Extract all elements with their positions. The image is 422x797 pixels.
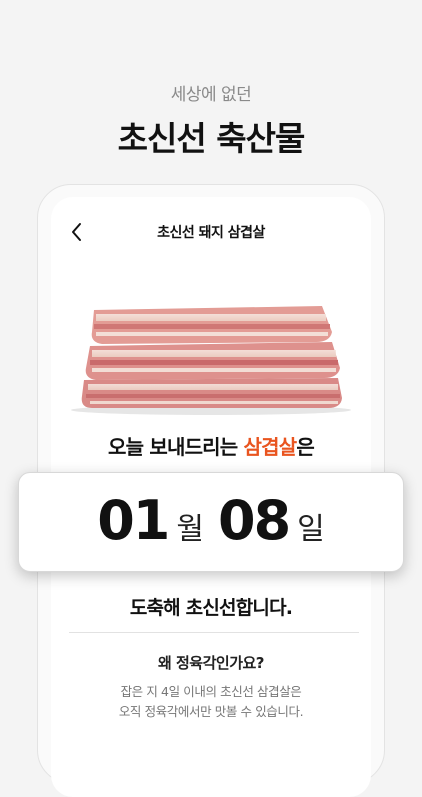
arrival-text: 도축해 초신선합니다. (129, 597, 293, 619)
nav-title: 초신선 돼지 삼겹살 (157, 225, 265, 241)
pork-belly-image (71, 306, 351, 415)
why-title: 왜 정육각인가요? (157, 654, 265, 672)
headline-suffix: 은 (296, 435, 314, 459)
delivery-date-card: 01 월 08 일 (18, 472, 404, 572)
day-unit: 일 (297, 512, 325, 547)
delivery-day: 08 (218, 489, 291, 552)
delivery-month: 01 (97, 489, 170, 552)
promo-title: 초신선 축산물 (117, 119, 306, 158)
why-description: 잡은 지 4일 이내의 초신선 삼겹살은 오직 정육각에서만 맛볼 수 있습니다… (0, 682, 422, 722)
headline-accent: 삼겹살 (243, 435, 298, 459)
headline-prefix: 오늘 보내드리는 (108, 435, 244, 459)
promo-subtitle: 세상에 없던 (170, 85, 252, 105)
delivery-headline: 오늘 보내드리는 삼겹살은 (0, 431, 422, 460)
month-unit: 월 (176, 512, 204, 547)
why-description-line-2: 오직 정육각에서만 맛볼 수 있습니다. (118, 704, 304, 719)
divider (69, 632, 359, 633)
why-description-line-1: 잡은 지 4일 이내의 초신선 삼겹살은 (120, 684, 302, 699)
